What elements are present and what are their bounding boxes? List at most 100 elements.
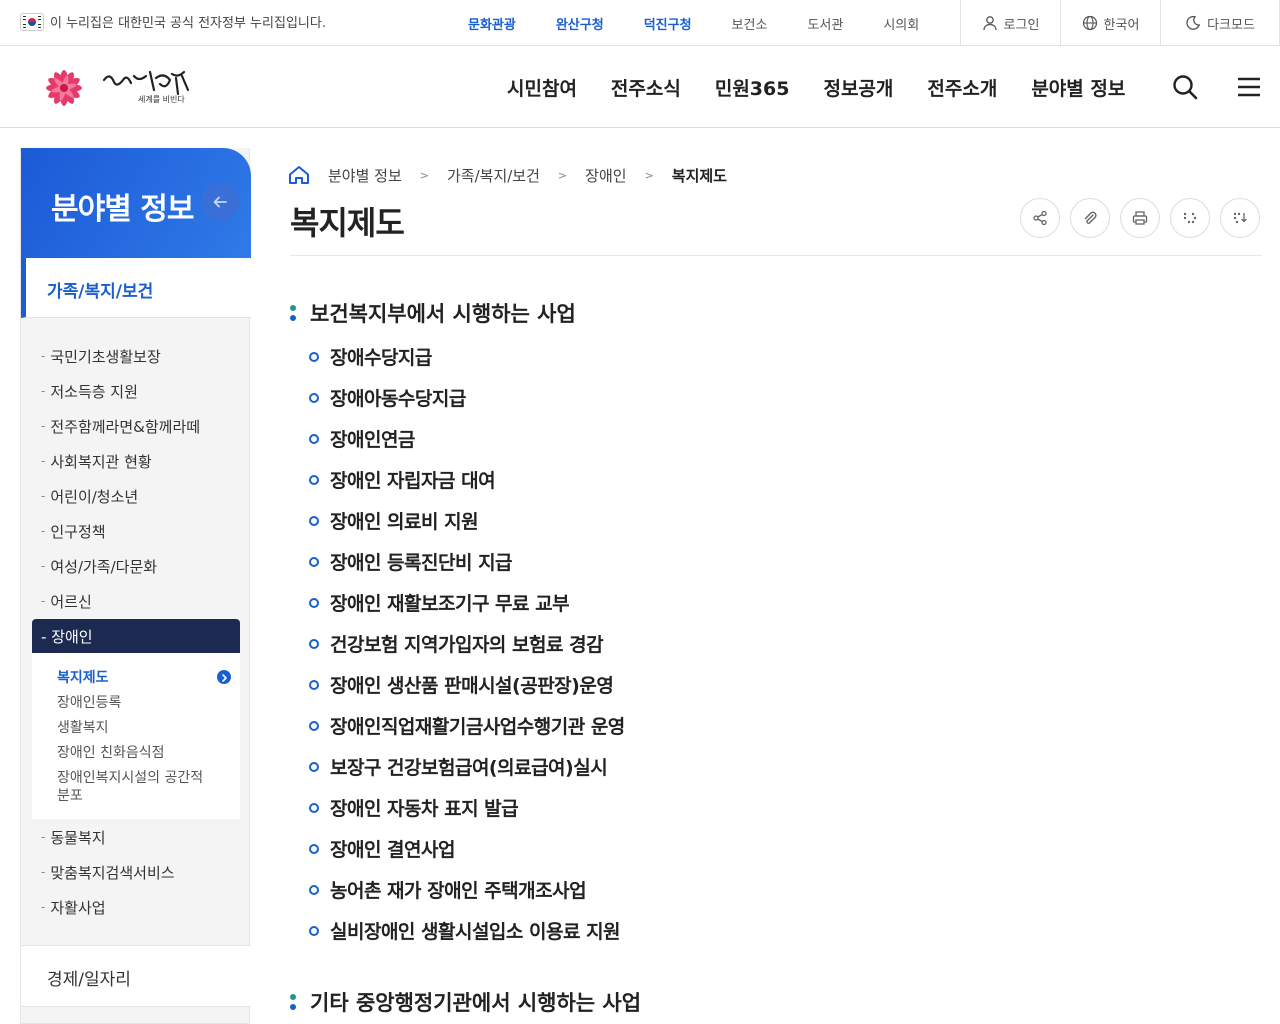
top-utility-bar: 이 누리집은 대한민국 공식 전자정부 누리집입니다. 문화관광 완산구청 덕진… <box>0 0 1280 46</box>
gnb-about-jeonju[interactable]: 전주소개 <box>927 74 997 101</box>
main-navigation: 시민참여 전주소식 민원365 정보공개 전주소개 분야별 정보 <box>490 46 1142 128</box>
list-item: 장애인 생산품 판매시설(공판장)운영 <box>309 671 614 698</box>
utility-buttons: 로그인 한국어 다크모드 <box>960 0 1280 46</box>
list-item: 장애인직업재활기금사업수행기관 운영 <box>309 712 625 739</box>
jeonju-flower-logo-icon <box>46 70 190 106</box>
sidebar-item-disabled-active[interactable]: 장애인 <box>32 619 240 653</box>
sidebar-back-button[interactable] <box>201 183 239 221</box>
section-bullet-icon <box>290 994 296 1010</box>
sidebar-item[interactable]: 어린이/청소년 <box>41 486 138 507</box>
site-link-library[interactable]: 도서관 <box>807 14 843 33</box>
sidebar-item[interactable]: 여성/가족/다문화 <box>41 556 157 577</box>
submenu-item[interactable]: 장애인 친화음식점 <box>57 744 217 762</box>
gov-notice-text: 이 누리집은 대한민국 공식 전자정부 누리집입니다. <box>50 16 326 31</box>
login-button[interactable]: 로그인 <box>960 0 1060 46</box>
breadcrumb-separator-icon: > <box>419 168 429 182</box>
list-item: 장애인연금 <box>309 425 415 452</box>
page-tools <box>1020 198 1270 238</box>
site-link-council[interactable]: 시의회 <box>883 14 919 33</box>
share-button[interactable] <box>1020 198 1060 238</box>
section-title-text: 기타 중앙행정기관에서 시행하는 사업 <box>310 991 642 1015</box>
list-item: 장애인 등록진단비 지급 <box>309 548 513 575</box>
sidebar: 분야별 정보 가족/복지/보건 국민기초생활보장 저소득층 지원 전주함께라면&… <box>20 148 251 1024</box>
logo-tagline: 세계를 비빈다 <box>138 95 185 104</box>
breadcrumb-item[interactable]: 분야별 정보 <box>328 165 402 186</box>
braille-button[interactable] <box>1170 198 1210 238</box>
sidebar-category-family-welfare[interactable]: 가족/복지/보건 <box>21 258 251 318</box>
gnb-info-disclosure[interactable]: 정보공개 <box>823 74 893 101</box>
sidebar-item[interactable]: 인구정책 <box>41 521 105 542</box>
darkmode-button[interactable]: 다크모드 <box>1160 0 1280 46</box>
breadcrumb-separator-icon: > <box>557 168 568 182</box>
submenu-item[interactable]: 장애인복지시설의 공간적 분포 <box>57 769 217 805</box>
sidebar-item[interactable]: 어르신 <box>41 591 91 612</box>
submenu-item[interactable]: 생활복지 <box>57 719 217 737</box>
sidebar-item[interactable]: 자활사업 <box>41 897 105 918</box>
gnb-civil-service[interactable]: 민원365 <box>715 74 790 101</box>
menu-icon[interactable] <box>1236 74 1262 100</box>
family-sites: 문화관광 완산구청 덕진구청 보건소 도서관 시의회 <box>448 0 939 46</box>
language-label: 한국어 <box>1103 17 1140 33</box>
sidebar-item[interactable]: 국민기초생활보장 <box>41 346 160 367</box>
breadcrumb-item[interactable]: 가족/복지/보건 <box>447 165 540 186</box>
sidebar-category-label: 경제/일자리 <box>47 970 131 990</box>
site-link-deokjin[interactable]: 덕진구청 <box>644 14 692 33</box>
search-icon[interactable] <box>1172 74 1198 100</box>
darkmode-label: 다크모드 <box>1207 17 1255 33</box>
submenu-item[interactable]: 장애인등록 <box>57 694 217 712</box>
braille-download-button[interactable] <box>1220 198 1260 238</box>
breadcrumb-item[interactable]: 장애인 <box>585 165 626 186</box>
printer-icon <box>1132 211 1148 225</box>
sidebar-item[interactable]: 맞춤복지검색서비스 <box>41 862 174 883</box>
sidebar-item[interactable]: 전주함께라면&함께라떼 <box>41 416 200 437</box>
korea-flag-icon <box>20 12 44 31</box>
section-bullet-icon <box>290 305 296 321</box>
paperclip-icon <box>1084 211 1097 224</box>
user-icon <box>982 16 997 31</box>
section-title-text: 보건복지부에서 시행하는 사업 <box>310 302 576 326</box>
attachment-button[interactable] <box>1070 198 1110 238</box>
share-icon <box>1033 210 1047 226</box>
list-item: 보장구 건강보험급여(의료급여)실시 <box>309 753 608 780</box>
list-item: 건강보험 지역가입자의 보험료 경감 <box>309 630 604 657</box>
gnb-citizen-participation[interactable]: 시민참여 <box>507 74 577 101</box>
title-divider <box>290 255 1262 256</box>
submenu-item-welfare-system[interactable]: 복지제도 <box>57 669 217 687</box>
section-title: 기타 중앙행정기관에서 시행하는 사업 <box>290 987 641 1017</box>
globe-icon <box>1082 15 1097 31</box>
list-item: 농어촌 재가 장애인 주택개조사업 <box>309 876 587 903</box>
list-item: 실비장애인 생활시설입소 이용료 지원 <box>309 917 621 944</box>
list-item: 장애인 자동차 표지 발급 <box>309 794 519 821</box>
list-item: 장애수당지급 <box>309 343 432 370</box>
sidebar-title: 분야별 정보 <box>51 192 194 227</box>
sidebar-item[interactable]: 동물복지 <box>41 827 105 848</box>
language-button[interactable]: 한국어 <box>1060 0 1160 46</box>
sidebar-active-label: 장애인 <box>41 626 92 647</box>
gov-notice: 이 누리집은 대한민국 공식 전자정부 누리집입니다. <box>20 12 326 31</box>
page-title: 복지제도 <box>290 204 405 242</box>
site-link-health-center[interactable]: 보건소 <box>732 14 768 33</box>
section-title: 보건복지부에서 시행하는 사업 <box>290 298 576 328</box>
login-label: 로그인 <box>1003 17 1040 33</box>
braille-download-icon <box>1233 212 1247 224</box>
home-icon[interactable] <box>288 165 310 185</box>
print-button[interactable] <box>1120 198 1160 238</box>
list-item: 장애인 결연사업 <box>309 835 455 862</box>
site-link-wansan[interactable]: 완산구청 <box>556 14 604 33</box>
moon-icon <box>1186 15 1201 30</box>
sidebar-submenu: 복지제도 장애인등록 생활복지 장애인 친화음식점 장애인복지시설의 공간적 분… <box>32 653 240 819</box>
sidebar-item[interactable]: 사회복지관 현황 <box>41 451 151 472</box>
list-item: 장애인 재활보조기구 무료 교부 <box>309 589 570 616</box>
list-item: 장애아동수당지급 <box>309 384 466 411</box>
sidebar-item[interactable]: 저소득층 지원 <box>41 381 138 402</box>
sidebar-category-label: 가족/복지/보건 <box>47 282 154 302</box>
braille-icon <box>1183 212 1197 224</box>
list-item: 장애인 자립자금 대여 <box>309 466 496 493</box>
gnb-field-info[interactable]: 분야별 정보 <box>1031 74 1125 101</box>
site-header: 세계를 비빈다 시민참여 전주소식 민원365 정보공개 전주소개 분야별 정보 <box>0 46 1280 128</box>
site-link-culture[interactable]: 문화관광 <box>468 14 516 33</box>
gnb-jeonju-news[interactable]: 전주소식 <box>611 74 681 101</box>
site-logo[interactable]: 세계를 비빈다 <box>30 58 200 116</box>
sidebar-category-economy-jobs[interactable]: 경제/일자리 <box>21 945 251 1007</box>
arrow-left-icon <box>213 196 227 208</box>
